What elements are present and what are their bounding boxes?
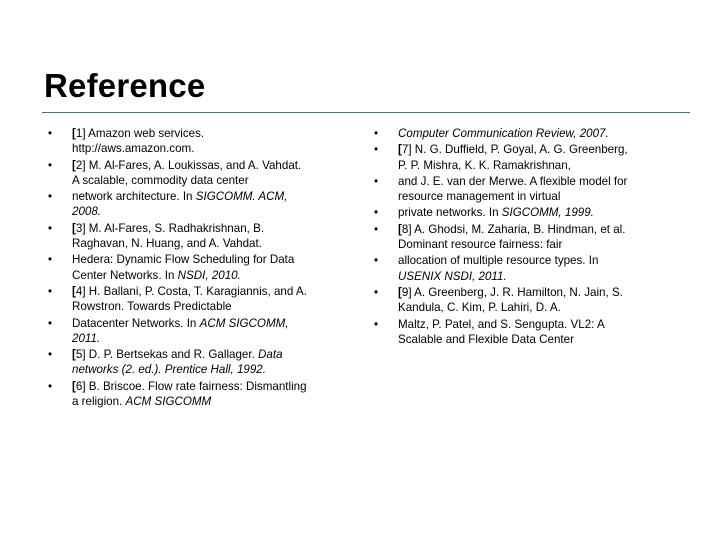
reference-list-item: • [1] Amazon web services. http://aws.ama… — [44, 126, 359, 157]
reference-text-run: allocation of multiple resource types. I… — [398, 254, 599, 268]
bullet-icon: • — [374, 254, 379, 268]
bullet-icon: • — [374, 143, 379, 157]
reference-list-item: • and J. E. van der Merwe. A flexible mod… — [370, 174, 690, 205]
reference-text-run: network architecture. In — [72, 190, 196, 204]
bullet-icon: • — [374, 317, 379, 331]
reference-list-right: • Computer Communication Review, 2007. • [7… — [370, 126, 690, 347]
reference-text: Maltz, P. Patel, and S. Sengupta. VL2: A… — [398, 317, 690, 348]
reference-text: private networks. In SIGCOMM, 1999. — [398, 205, 690, 220]
bullet-icon: • — [48, 253, 53, 267]
reference-text-run: private networks. In — [398, 206, 502, 220]
reference-text: Hedera: Dynamic Flow Scheduling for Data… — [72, 252, 359, 283]
reference-list-item: • Maltz, P. Patel, and S. Sengupta. VL2: … — [370, 317, 690, 348]
reference-list-item: • [7] N. G. Duffield, P. Goyal, A. G. Gre… — [370, 142, 690, 173]
reference-list-item: • [6] B. Briscoe. Flow rate fairness: Dis… — [44, 379, 359, 410]
reference-text: [6] B. Briscoe. Flow rate fairness: Dism… — [72, 379, 359, 410]
reference-text: [2] M. Al-Fares, A. Loukissas, and A. Va… — [72, 158, 359, 189]
reference-text-run: ] M. Al-Fares, A. Loukissas, and A. Vahd… — [72, 158, 302, 187]
reference-text-run: Datacenter Networks. In — [72, 316, 200, 330]
bullet-icon: • — [48, 284, 53, 298]
reference-text-run: ] A. Greenberg, J. R. Hamilton, N. Jain,… — [398, 285, 623, 315]
bullet-icon: • — [48, 316, 53, 330]
reference-list-item: • [3] M. Al-Fares, S. Radhakrishnan, B. R… — [44, 221, 359, 252]
reference-text: and J. E. van der Merwe. A flexible mode… — [398, 174, 690, 205]
bullet-icon: • — [374, 206, 379, 220]
reference-text-run: ACM SIGCOMM — [125, 395, 212, 409]
reference-list-item: • [4] H. Ballani, P. Costa, T. Karagianni… — [44, 284, 359, 315]
bullet-icon: • — [374, 127, 379, 140]
bullet-icon: • — [48, 379, 53, 393]
reference-column-right: • Computer Communication Review, 2007. • [7… — [370, 126, 690, 348]
reference-list-item: • [2] M. Al-Fares, A. Loukissas, and A. V… — [44, 158, 359, 189]
reference-text: [3] M. Al-Fares, S. Radhakrishnan, B. Ra… — [72, 221, 359, 252]
title-divider-rule — [42, 112, 690, 113]
reference-list-item: • Hedera: Dynamic Flow Scheduling for Dat… — [44, 252, 359, 283]
reference-text: [7] N. G. Duffield, P. Goyal, A. G. Gree… — [398, 142, 690, 173]
reference-list-item: • [5] D. P. Bertsekas and R. Gallager. Da… — [44, 347, 359, 378]
reference-text-run: and J. E. van der Merwe. A flexible mode… — [398, 174, 628, 204]
bullet-icon: • — [374, 174, 379, 188]
reference-text: [5] D. P. Bertsekas and R. Gallager. Dat… — [72, 347, 359, 378]
bullet-icon: • — [48, 190, 53, 204]
reference-text: [9] A. Greenberg, J. R. Hamilton, N. Jai… — [398, 285, 690, 316]
reference-list-item: • network architecture. In SIGCOMM. ACM, … — [44, 189, 359, 220]
bullet-icon: • — [48, 127, 53, 140]
reference-text-run: USENIX NSDI, 2011. — [398, 269, 507, 283]
page-title: Reference — [44, 67, 206, 105]
reference-text-run: Maltz, P. Patel, and S. Sengupta. VL2: A… — [398, 317, 605, 346]
reference-text: [1] Amazon web services. http://aws.amaz… — [72, 126, 359, 157]
reference-list-left: • [1] Amazon web services. http://aws.ama… — [44, 126, 359, 409]
reference-list-item: • Computer Communication Review, 2007. — [370, 126, 690, 141]
reference-text-run: Computer Communication Review, 2007. — [398, 127, 609, 140]
reference-text: [8] A. Ghodsi, M. Zaharia, B. Hindman, e… — [398, 222, 690, 253]
reference-text-run: SIGCOMM, 1999. — [501, 206, 594, 220]
bullet-icon: • — [374, 222, 379, 236]
reference-text: Computer Communication Review, 2007. — [398, 126, 690, 141]
reference-text-run: ] D. P. Bertsekas and R. Gallager. — [82, 348, 259, 362]
reference-list-item: • Datacenter Networks. In ACM SIGCOMM, 20… — [44, 316, 359, 347]
bullet-icon: • — [48, 348, 53, 362]
reference-list-item: • allocation of multiple resource types. … — [370, 253, 690, 284]
bullet-icon: • — [374, 285, 379, 299]
reference-text-run: ] Amazon web services. http://aws.amazon… — [72, 127, 205, 156]
reference-text: [4] H. Ballani, P. Costa, T. Karagiannis… — [72, 284, 359, 315]
reference-list-item: • private networks. In SIGCOMM, 1999. — [370, 205, 690, 220]
bullet-icon: • — [48, 158, 53, 172]
reference-text-run: ] N. G. Duffield, P. Goyal, A. G. Greenb… — [398, 143, 628, 172]
reference-text: allocation of multiple resource types. I… — [398, 253, 690, 284]
reference-text-run: NSDI, 2010. — [177, 268, 241, 282]
reference-text-run: ] M. Al-Fares, S. Radhakrishnan, B. Ragh… — [72, 221, 265, 251]
reference-list-item: • [9] A. Greenberg, J. R. Hamilton, N. Ja… — [370, 285, 690, 316]
reference-text: network architecture. In SIGCOMM. ACM, 2… — [72, 189, 359, 220]
reference-list-item: • [8] A. Ghodsi, M. Zaharia, B. Hindman, … — [370, 222, 690, 253]
bullet-icon: • — [48, 221, 53, 235]
reference-text-run: ] A. Ghodsi, M. Zaharia, B. Hindman, et … — [398, 222, 626, 252]
reference-text-run: ] H. Ballani, P. Costa, T. Karagiannis, … — [72, 284, 307, 314]
reference-text: Datacenter Networks. In ACM SIGCOMM, 201… — [72, 316, 359, 347]
reference-column-left: • [1] Amazon web services. http://aws.ama… — [44, 126, 359, 410]
